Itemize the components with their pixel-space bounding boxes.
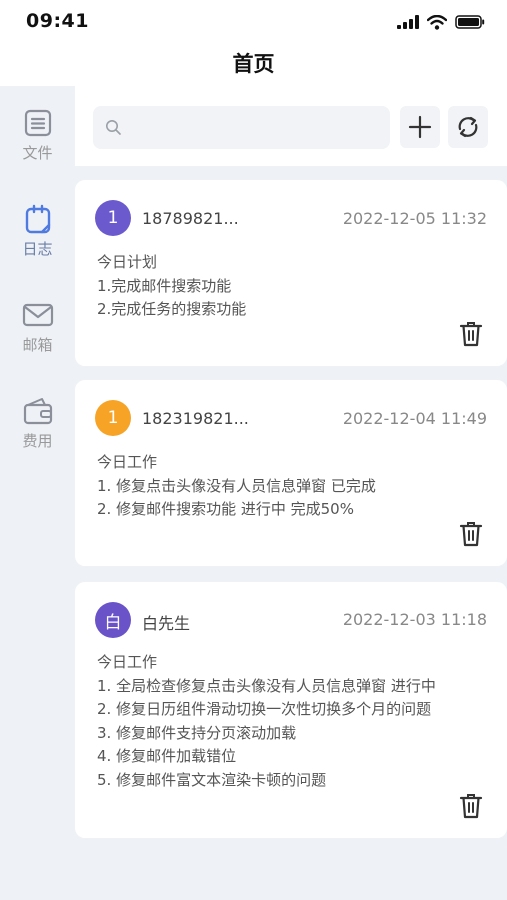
- sidebar-item-expenses[interactable]: 费用: [0, 396, 75, 451]
- sidebar-item-label: 邮箱: [22, 336, 53, 354]
- author-name: 182319821...: [142, 409, 249, 428]
- log-content: 今日工作 1. 全局检查修复点击头像没有人员信息弹窗 进行中 2. 修复日历组件…: [97, 651, 436, 793]
- sidebar-item-label: 文件: [22, 144, 53, 162]
- plus-icon: [408, 115, 432, 139]
- avatar: 白: [95, 602, 131, 638]
- log-line: 今日工作: [97, 453, 158, 471]
- trash-icon[interactable]: [459, 320, 483, 348]
- page-title: 首页: [232, 52, 275, 76]
- log-line: 今日工作: [97, 653, 158, 671]
- search-input[interactable]: [129, 114, 379, 141]
- status-time: 09:41: [26, 10, 89, 32]
- search-box[interactable]: [93, 106, 390, 149]
- sidebar-item-files[interactable]: 文件: [0, 108, 75, 163]
- log-timestamp: 2022-12-05 11:32: [342, 209, 487, 228]
- sidebar-item-mail[interactable]: 邮箱: [0, 300, 75, 355]
- log-card[interactable]: 1 182319821... 2022-12-04 11:49 今日工作 1. …: [75, 380, 507, 566]
- log-content: 今日计划 1.完成邮件搜索功能 2.完成任务的搜索功能: [97, 251, 246, 322]
- log-line: 2. 修复邮件搜索功能 进行中 完成50%: [97, 500, 354, 519]
- wallet-icon: [23, 398, 52, 425]
- mail-icon: [22, 303, 53, 327]
- wifi-icon: [427, 14, 447, 30]
- main-content: 1 18789821... 2022-12-05 11:32 今日计划 1.完成…: [75, 86, 507, 900]
- log-line: 2.完成任务的搜索功能: [97, 300, 247, 319]
- log-timestamp: 2022-12-03 11:18: [342, 610, 487, 629]
- log-line: 1.完成邮件搜索功能: [97, 276, 232, 295]
- search-icon: [106, 120, 121, 135]
- battery-icon: [455, 15, 485, 29]
- log-timestamp: 2022-12-04 11:49: [342, 409, 487, 428]
- avatar-text: 白: [104, 612, 122, 633]
- log-line: 3. 修复邮件支持分页滚动加载: [97, 723, 297, 742]
- sidebar-item-label: 费用: [22, 432, 53, 450]
- add-button[interactable]: [400, 106, 440, 148]
- author-name: 18789821...: [142, 209, 239, 228]
- notebook-icon: [25, 204, 50, 234]
- document-icon: [24, 109, 51, 137]
- log-card[interactable]: 1 18789821... 2022-12-05 11:32 今日计划 1.完成…: [75, 180, 507, 366]
- log-line: 1. 修复点击头像没有人员信息弹窗 已完成: [97, 476, 376, 495]
- log-line: 今日计划: [97, 253, 158, 271]
- sidebar-item-label: 日志: [22, 240, 53, 258]
- log-line: 4. 修复邮件加载错位: [97, 747, 237, 766]
- avatar: 1: [95, 400, 131, 436]
- status-icons: [397, 12, 485, 32]
- sidebar: 文件 日志 邮箱 费用: [0, 86, 75, 900]
- refresh-button[interactable]: [448, 106, 488, 148]
- author-name: 白先生: [142, 614, 191, 633]
- avatar-text: 1: [107, 408, 119, 428]
- log-card[interactable]: 白 白先生 2022-12-03 11:18 今日工作 1. 全局检查修复点击头…: [75, 582, 507, 838]
- status-bar: 09:41: [0, 0, 507, 44]
- log-line: 5. 修复邮件富文本渲染卡顿的问题: [97, 770, 327, 789]
- avatar: 1: [95, 200, 131, 236]
- trash-icon[interactable]: [459, 792, 483, 820]
- sidebar-item-logs[interactable]: 日志: [0, 204, 75, 259]
- avatar-text: 1: [107, 208, 119, 228]
- toolbar: [75, 86, 507, 166]
- signal-icon: [397, 15, 419, 29]
- log-line: 1. 全局检查修复点击头像没有人员信息弹窗 进行中: [97, 676, 436, 695]
- log-content: 今日工作 1. 修复点击头像没有人员信息弹窗 已完成 2. 修复邮件搜索功能 进…: [97, 451, 376, 522]
- log-line: 2. 修复日历组件滑动切换一次性切换多个月的问题: [97, 700, 432, 719]
- refresh-icon: [458, 116, 478, 138]
- trash-icon[interactable]: [459, 520, 483, 548]
